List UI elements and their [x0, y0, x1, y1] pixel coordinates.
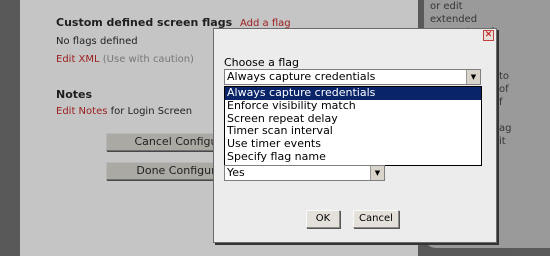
- edit-xml-note: (Use with caution): [102, 54, 194, 65]
- chevron-down-icon[interactable]: ▼: [370, 166, 384, 180]
- help-text-fragment: of: [499, 84, 509, 95]
- no-flags-text: No flags defined: [56, 36, 138, 47]
- flag-value-select-value: Yes: [227, 166, 245, 179]
- dialog-titlebar: ✕: [214, 29, 496, 41]
- list-item[interactable]: Specify flag name: [225, 150, 481, 164]
- edit-notes-row: Edit Notes for Login Screen: [56, 106, 192, 117]
- edit-notes-suffix: for Login Screen: [110, 106, 193, 117]
- help-text-fragment: ag: [499, 123, 512, 134]
- list-item[interactable]: Enforce visibility match: [225, 99, 481, 113]
- flag-select[interactable]: Always capture credentials ▼: [224, 69, 481, 85]
- chevron-down-icon[interactable]: ▼: [466, 70, 480, 84]
- close-icon[interactable]: ✕: [483, 30, 494, 41]
- flag-select-value: Always capture credentials: [227, 70, 376, 83]
- edit-notes-link[interactable]: Edit Notes: [56, 106, 107, 117]
- edit-xml-link[interactable]: Edit XML: [56, 54, 100, 65]
- help-text-fragment: it: [499, 136, 506, 147]
- cancel-button[interactable]: Cancel: [353, 210, 399, 228]
- choose-flag-label: Choose a flag: [224, 56, 299, 69]
- custom-flags-title: Custom defined screen flags: [56, 16, 233, 29]
- ok-button[interactable]: OK: [306, 210, 340, 228]
- help-text-fragment: to: [499, 71, 510, 82]
- flag-value-select[interactable]: Yes ▼: [224, 165, 385, 181]
- list-item[interactable]: Always capture credentials: [225, 86, 481, 100]
- edit-xml-row: Edit XML (Use with caution): [56, 54, 194, 65]
- help-text-line: or edit extended: [430, 1, 478, 25]
- flag-options-list[interactable]: Always capture credentials Enforce visib…: [224, 86, 482, 166]
- help-text-fragment: f: [499, 97, 503, 108]
- notes-heading: Notes: [56, 88, 93, 101]
